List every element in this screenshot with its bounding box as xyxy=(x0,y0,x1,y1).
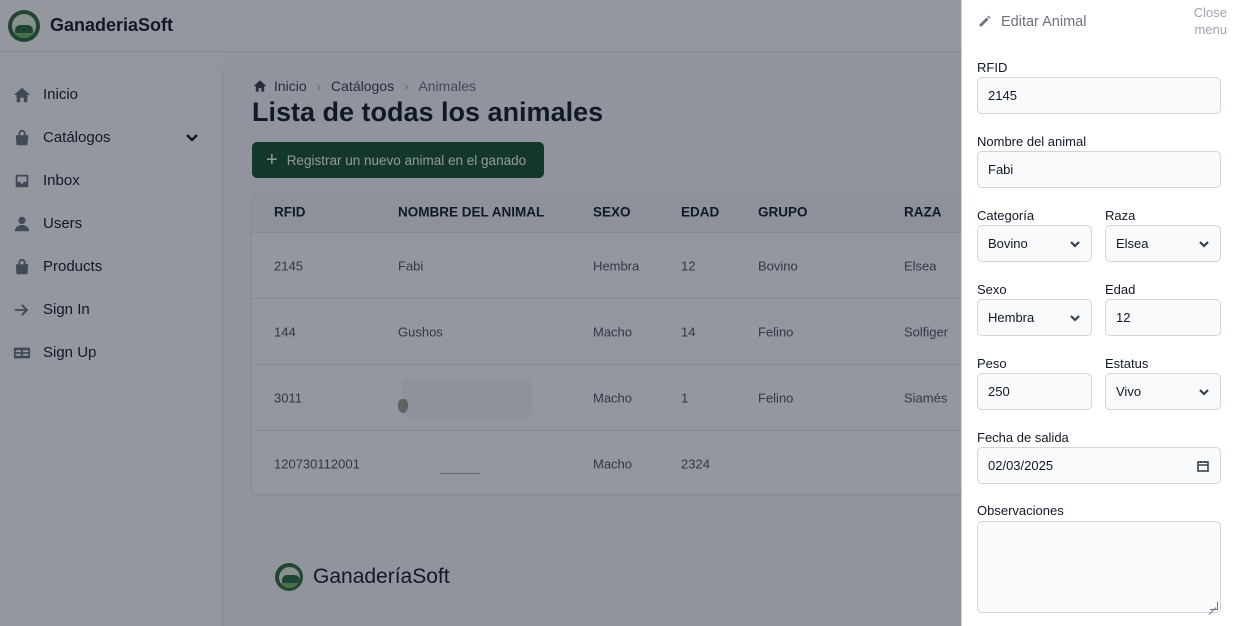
pencil-icon xyxy=(978,15,992,29)
observaciones-label: Observaciones xyxy=(977,503,1064,518)
estatus-label: Estatus xyxy=(1105,356,1149,371)
rfid-field[interactable]: 2145 xyxy=(977,77,1221,114)
sexo-value: Hembra xyxy=(988,310,1035,325)
categoria-value: Bovino xyxy=(988,236,1028,251)
resize-handle-icon[interactable] xyxy=(1210,602,1218,610)
drawer-title-text: Editar Animal xyxy=(1001,14,1087,30)
chevron-down-icon xyxy=(1198,386,1210,398)
edad-field[interactable]: 12 xyxy=(1105,299,1221,336)
nombre-field[interactable]: Fabi xyxy=(977,151,1221,188)
sexo-select[interactable]: Hembra xyxy=(977,299,1092,336)
estatus-value: Vivo xyxy=(1116,384,1142,399)
calendar-icon[interactable] xyxy=(1197,460,1209,472)
observaciones-textarea[interactable] xyxy=(977,521,1221,613)
rfid-label: RFID xyxy=(977,60,1008,75)
raza-value: Elsea xyxy=(1116,236,1149,251)
raza-label: Raza xyxy=(1105,208,1136,223)
edad-label: Edad xyxy=(1105,282,1136,297)
raza-select[interactable]: Elsea xyxy=(1105,225,1221,262)
edit-animal-drawer: Editar Animal Close menu RFID 2145 Nombr… xyxy=(961,0,1233,626)
fecha-value: 02/03/2025 xyxy=(988,458,1054,473)
chevron-down-icon xyxy=(1198,238,1210,250)
chevron-down-icon xyxy=(1069,238,1081,250)
estatus-select[interactable]: Vivo xyxy=(1105,373,1221,410)
close-menu-button[interactable]: Close menu xyxy=(1191,4,1227,38)
drawer-title: Editar Animal xyxy=(978,14,1086,30)
nombre-label: Nombre del animal xyxy=(977,134,1087,149)
categoria-select[interactable]: Bovino xyxy=(977,225,1092,262)
peso-label: Peso xyxy=(977,356,1007,371)
fecha-label: Fecha de salida xyxy=(977,430,1069,445)
fecha-salida-field[interactable]: 02/03/2025 xyxy=(977,447,1221,484)
categoria-label: Categoría xyxy=(977,208,1035,223)
peso-field[interactable]: 250 xyxy=(977,373,1092,410)
modal-backdrop[interactable] xyxy=(0,0,961,626)
sexo-label: Sexo xyxy=(977,282,1007,297)
chevron-down-icon xyxy=(1069,312,1081,324)
